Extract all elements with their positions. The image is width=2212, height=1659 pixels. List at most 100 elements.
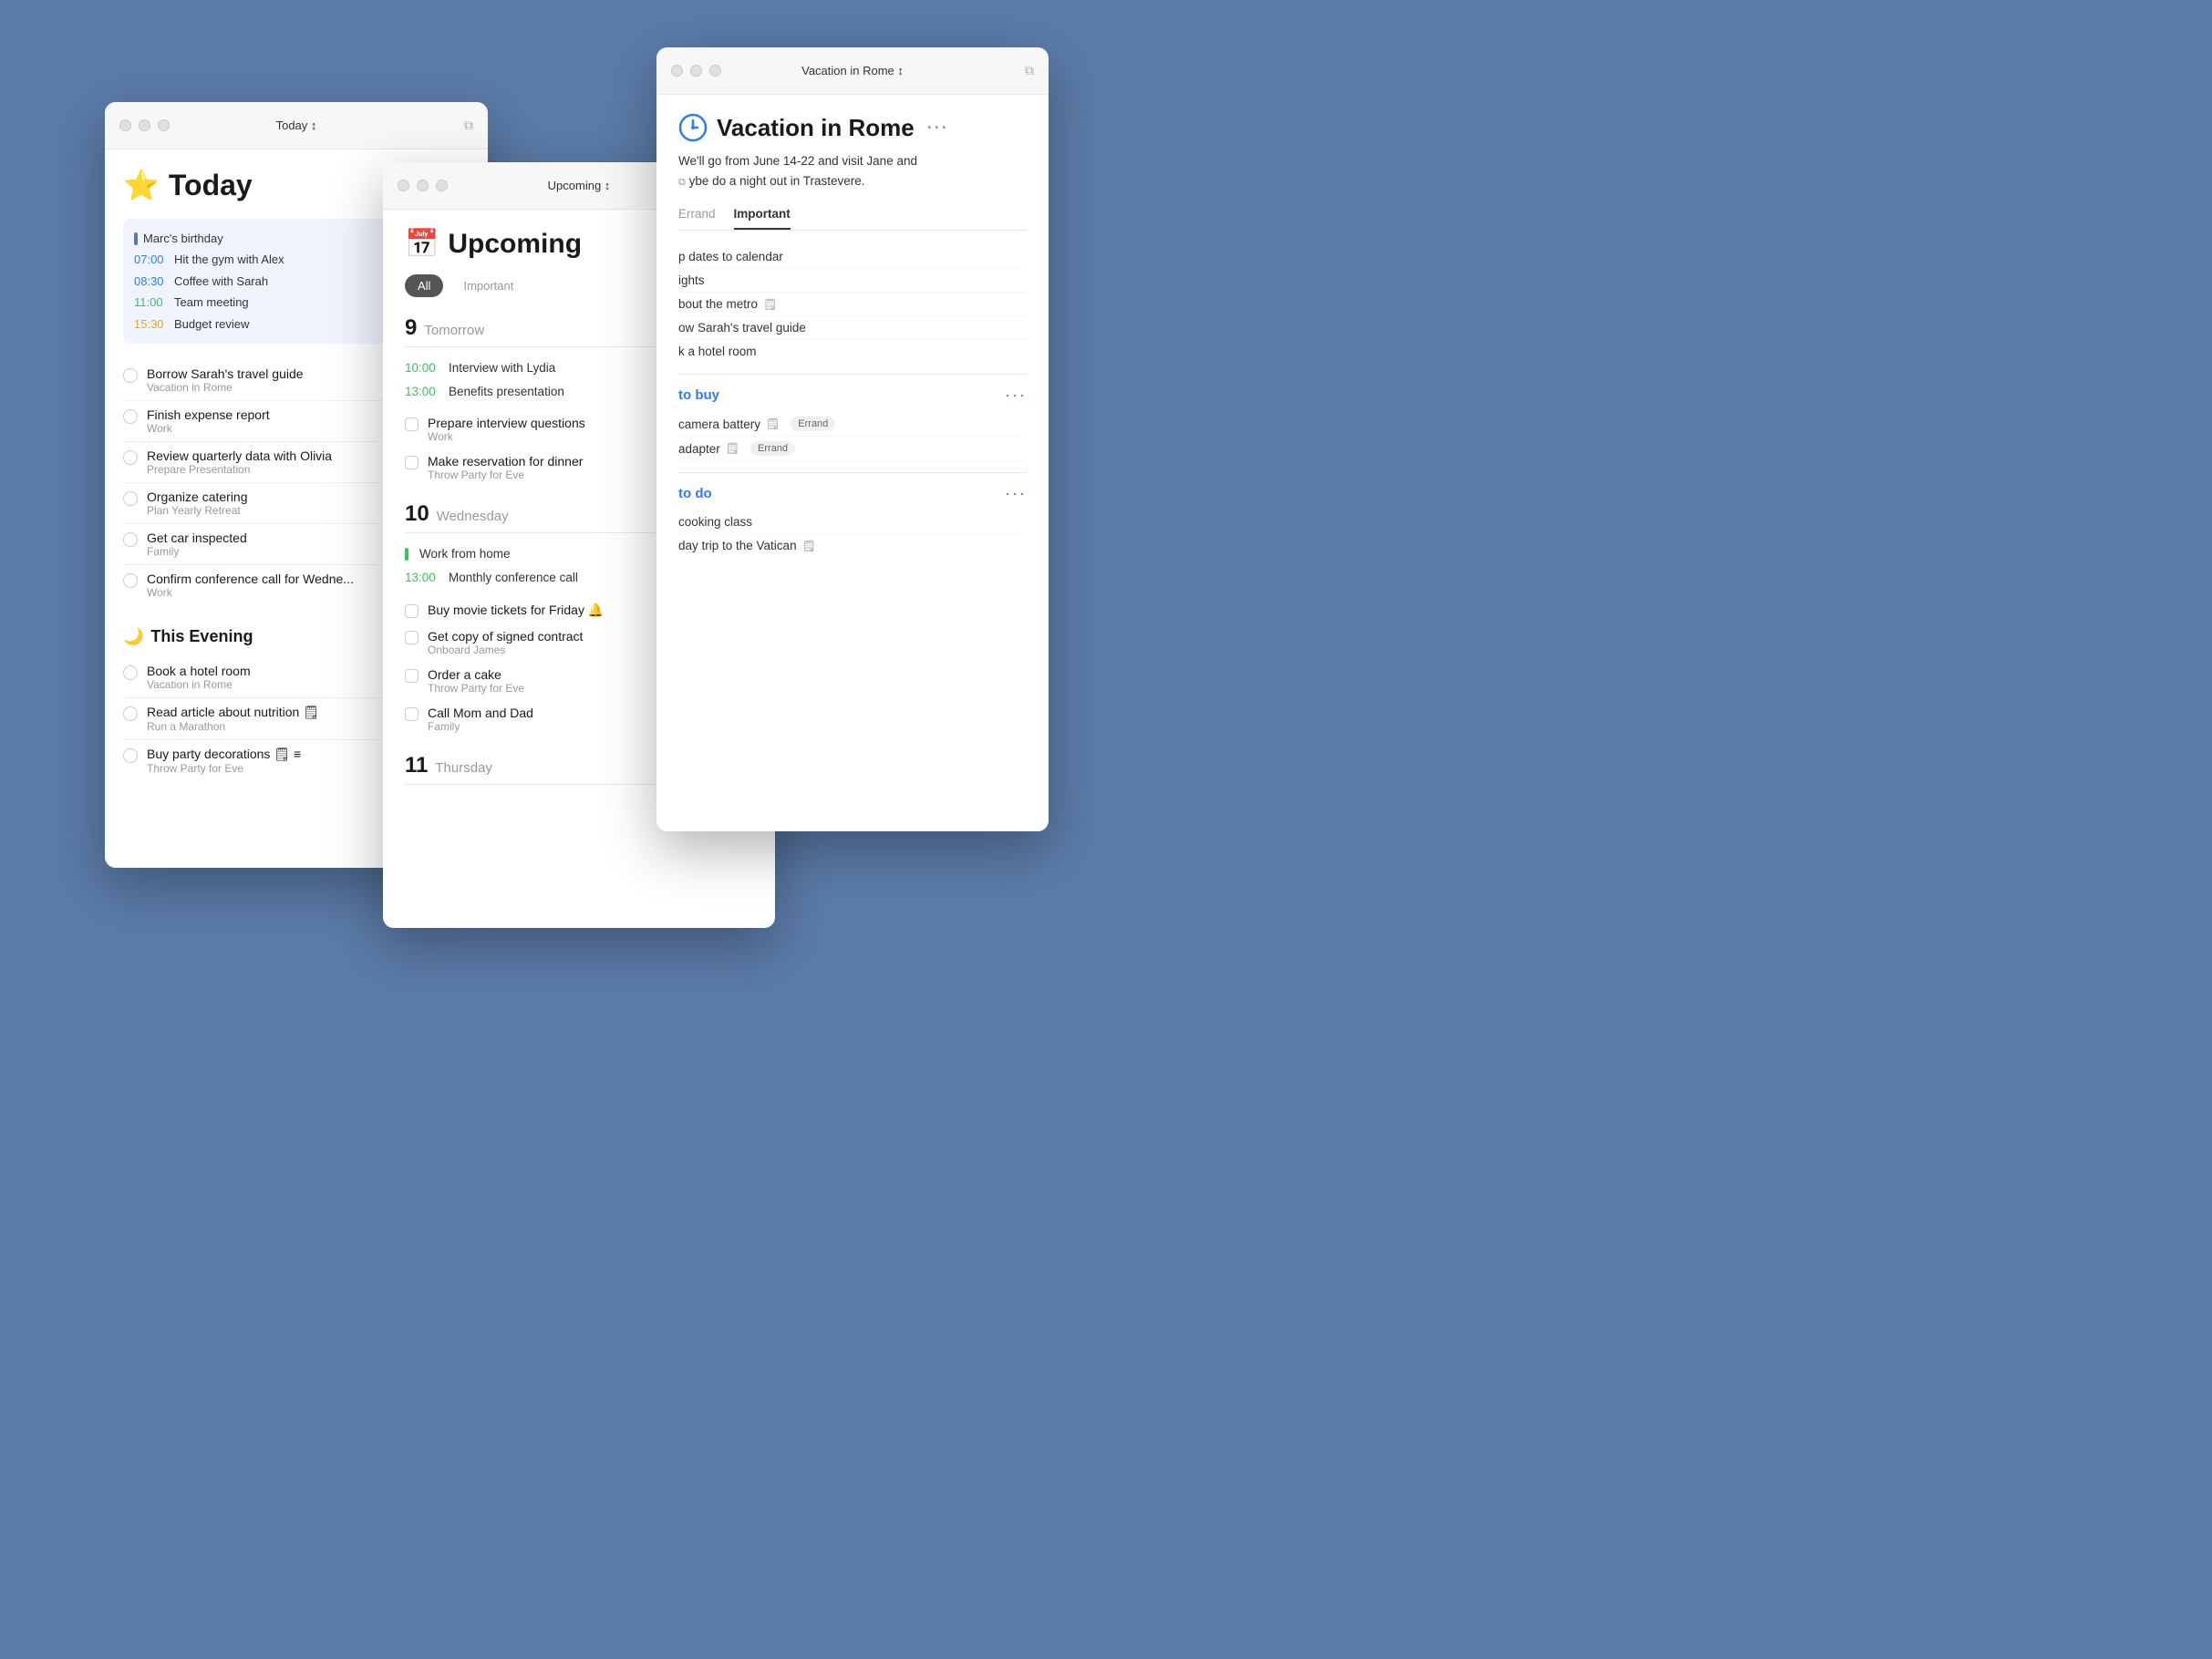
note-icon: 🗒 — [802, 540, 816, 552]
time-1100: 11:00 — [134, 292, 169, 313]
event-text: Benefits presentation — [449, 380, 564, 404]
today-title: Today ↕ — [276, 118, 317, 132]
star-icon: ⭐ — [123, 168, 160, 202]
vacation-heading-text: Vacation in Rome — [717, 114, 915, 142]
event-text: Interview with Lydia — [449, 356, 555, 380]
vacation-description: We'll go from June 14-22 and visit Jane … — [678, 151, 1027, 191]
task-checkbox[interactable] — [123, 368, 138, 383]
task-text-group: Get car inspected Family — [147, 531, 247, 558]
traffic-lights-vacation[interactable] — [671, 65, 721, 77]
traffic-lights-upcoming[interactable] — [398, 180, 448, 191]
vacation-heading: Vacation in Rome ··· — [678, 113, 1027, 142]
task-checkbox[interactable] — [123, 706, 138, 721]
note-icon: 🗒 — [763, 298, 777, 311]
task-name: Buy party decorations 🗒 ≡ — [147, 747, 301, 762]
task-name: Borrow Sarah's travel guide — [147, 366, 304, 381]
day-number-10: 10 — [405, 501, 429, 527]
task-subtitle: Work — [428, 430, 585, 443]
vacation-tabs[interactable]: Errand Important — [678, 207, 1027, 231]
event-meeting: Team meeting — [174, 292, 249, 313]
task-checkbox[interactable] — [405, 707, 419, 721]
task-text-group: Finish expense report Work — [147, 407, 270, 435]
vacation-titlebar: Vacation in Rome ↕ ⧉ — [656, 47, 1049, 95]
tag-errand: Errand — [750, 441, 795, 456]
birthday-text: Marc's birthday — [143, 228, 223, 249]
tab-errand[interactable]: Errand — [678, 207, 716, 230]
task-checkbox[interactable] — [123, 573, 138, 588]
maximize-button[interactable] — [709, 65, 721, 77]
vacation-window: Vacation in Rome ↕ ⧉ Vacation in Rome ··… — [656, 47, 1049, 831]
event-gym: Hit the gym with Alex — [174, 249, 284, 270]
task-name: Prepare interview questions — [428, 416, 585, 430]
day-number-9: 9 — [405, 315, 417, 341]
close-button[interactable] — [671, 65, 683, 77]
close-button[interactable] — [119, 119, 131, 131]
task-text: k a hotel room — [678, 345, 757, 358]
event-time: 10:00 — [405, 356, 443, 380]
task-subtitle: Prepare Presentation — [147, 463, 332, 476]
task-text-group: Review quarterly data with Olivia Prepar… — [147, 448, 332, 476]
section-label-do: to do — [678, 486, 712, 501]
task-text-group: Book a hotel room Vacation in Rome — [147, 664, 251, 691]
task-checkbox[interactable] — [405, 631, 419, 644]
tab-important[interactable]: Important — [734, 207, 791, 230]
filter-important[interactable]: Important — [450, 274, 526, 297]
todo-tasks-partial: p dates to calendar ights bout the metro… — [678, 245, 1027, 363]
task-text-group: Organize catering Plan Yearly Retreat — [147, 489, 248, 517]
vacation-content: Vacation in Rome ··· We'll go from June … — [656, 95, 1049, 831]
task-text-group: Make reservation for dinner Throw Party … — [428, 454, 583, 481]
task-subtitle: Throw Party for Eve — [428, 682, 524, 695]
upcoming-title: Upcoming ↕ — [548, 179, 611, 192]
task-subtitle: Vacation in Rome — [147, 678, 251, 691]
more-dots[interactable]: ··· — [927, 118, 949, 138]
task-name: Review quarterly data with Olivia — [147, 448, 332, 463]
task-checkbox[interactable] — [123, 409, 138, 424]
task-checkbox[interactable] — [405, 669, 419, 683]
task-name: Get car inspected — [147, 531, 247, 545]
tag-errand: Errand — [791, 417, 835, 431]
vac-task-item: k a hotel room — [678, 340, 1027, 363]
section-menu-buy[interactable]: ··· — [1005, 386, 1027, 405]
task-subtitle: Run a Marathon — [147, 720, 319, 733]
task-name: Make reservation for dinner — [428, 454, 583, 469]
day-number-11: 11 — [405, 753, 428, 778]
task-checkbox[interactable] — [405, 604, 419, 618]
time-0700: 07:00 — [134, 249, 169, 270]
day-name-11: Thursday — [435, 760, 492, 776]
minimize-button[interactable] — [690, 65, 702, 77]
copy-icon[interactable]: ⧉ — [464, 118, 473, 133]
task-checkbox[interactable] — [123, 450, 138, 465]
filter-all[interactable]: All — [405, 274, 443, 297]
vac-task-item: ow Sarah's travel guide — [678, 316, 1027, 340]
task-text: p dates to calendar — [678, 250, 783, 263]
maximize-button[interactable] — [436, 180, 448, 191]
task-subtitle: Throw Party for Eve — [428, 469, 583, 481]
task-subtitle: Family — [147, 545, 247, 558]
minimize-button[interactable] — [139, 119, 150, 131]
task-name: Buy movie tickets for Friday 🔔 — [428, 603, 604, 618]
task-subtitle: Throw Party for Eve — [147, 762, 301, 775]
task-text: ights — [678, 273, 705, 287]
traffic-lights-today[interactable] — [119, 119, 170, 131]
task-text-group: Get copy of signed contract Onboard Jame… — [428, 629, 583, 656]
task-checkbox[interactable] — [123, 665, 138, 680]
task-text-group: Call Mom and Dad Family — [428, 706, 533, 733]
task-checkbox[interactable] — [123, 748, 138, 763]
copy-icon[interactable]: ⧉ — [1025, 63, 1034, 78]
section-menu-do[interactable]: ··· — [1005, 484, 1027, 503]
birthday-dot — [134, 232, 138, 245]
task-checkbox[interactable] — [405, 456, 419, 469]
time-1530: 15:30 — [134, 314, 169, 335]
maximize-button[interactable] — [158, 119, 170, 131]
close-button[interactable] — [398, 180, 409, 191]
task-text-group: Read article about nutrition 🗒 Run a Mar… — [147, 705, 319, 733]
vac-task-item: adapter 🗒 Errand — [678, 437, 1027, 461]
task-checkbox[interactable] — [123, 532, 138, 547]
minimize-button[interactable] — [417, 180, 429, 191]
task-checkbox[interactable] — [405, 417, 419, 431]
today-titlebar: Today ↕ ⧉ — [105, 102, 488, 149]
event-text: Work from home — [419, 542, 511, 566]
vac-task-item: camera battery 🗒 Errand — [678, 412, 1027, 437]
vac-task-item: p dates to calendar — [678, 245, 1027, 269]
task-checkbox[interactable] — [123, 491, 138, 506]
